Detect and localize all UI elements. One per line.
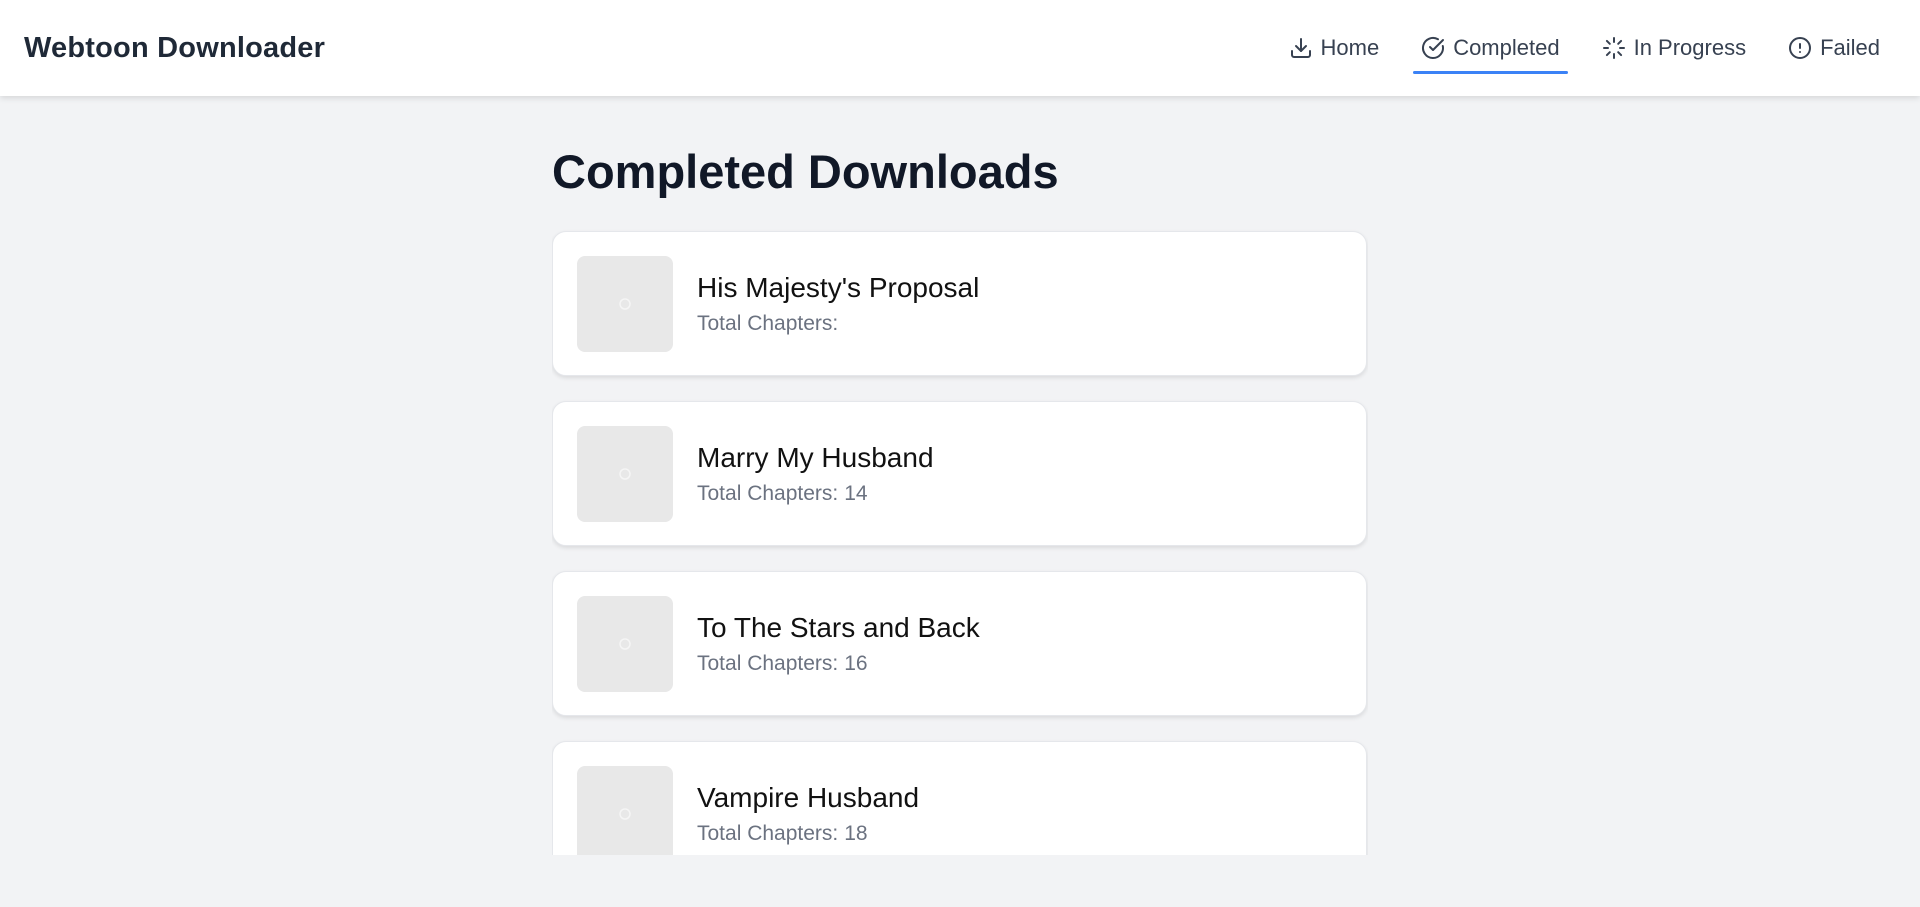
cover-thumbnail: [577, 255, 673, 352]
download-card[interactable]: Vampire Husband Total Chapters: 18: [552, 741, 1367, 855]
series-title: Vampire Husband: [697, 781, 920, 813]
chapter-count-label: Total Chapters:: [697, 482, 839, 506]
image-loading-icon: [619, 467, 631, 480]
chapter-count-label: Total Chapters:: [697, 822, 839, 846]
nav-home-label: Home: [1320, 35, 1380, 60]
app-title: Webtoon Downloader: [24, 31, 326, 64]
chapter-count-value: 18: [844, 822, 868, 846]
nav-home[interactable]: Home: [1269, 0, 1400, 96]
check-circle-icon: [1421, 36, 1445, 60]
cover-thumbnail: [577, 765, 673, 855]
top-navbar: Webtoon Downloader Home Completed In Pro…: [0, 0, 1920, 96]
chapter-count: Total Chapters: 14: [697, 482, 934, 506]
cover-thumbnail: [577, 425, 673, 522]
nav-failed-label: Failed: [1820, 35, 1880, 60]
nav-completed[interactable]: Completed: [1401, 0, 1579, 96]
chapter-count-label: Total Chapters:: [697, 652, 839, 676]
page-title: Completed Downloads: [552, 145, 1059, 198]
image-loading-icon: [619, 807, 631, 820]
nav-in-progress[interactable]: In Progress: [1582, 0, 1767, 96]
nav-completed-label: Completed: [1453, 35, 1560, 60]
series-title: His Majesty's Proposal: [697, 271, 980, 303]
download-card[interactable]: Marry My Husband Total Chapters: 14: [552, 401, 1367, 546]
chapter-count: Total Chapters: 16: [697, 652, 980, 676]
nav-in-progress-label: In Progress: [1633, 35, 1747, 60]
alert-circle-icon: [1788, 36, 1812, 60]
main-nav: Home Completed In Progress Failed: [1267, 0, 1897, 96]
image-loading-icon: [619, 297, 631, 310]
chapter-count: Total Chapters: 18: [697, 822, 919, 846]
chapter-count-value: 16: [844, 652, 868, 676]
loader-icon: [1602, 36, 1626, 60]
chapter-count-label: Total Chapters:: [697, 312, 839, 336]
series-title: Marry My Husband: [697, 441, 934, 473]
chapter-count-value: 14: [844, 482, 868, 506]
cover-thumbnail: [577, 595, 673, 692]
download-icon: [1289, 36, 1313, 60]
nav-failed[interactable]: Failed: [1768, 0, 1896, 96]
image-loading-icon: [619, 637, 631, 650]
download-card[interactable]: His Majesty's Proposal Total Chapters:: [552, 231, 1367, 376]
download-card[interactable]: To The Stars and Back Total Chapters: 16: [552, 571, 1367, 716]
chapter-count: Total Chapters:: [697, 312, 979, 336]
series-title: To The Stars and Back: [697, 611, 980, 643]
main-content: Completed Downloads His Majesty's Propos…: [552, 96, 1368, 855]
download-list[interactable]: His Majesty's Proposal Total Chapters: M…: [552, 231, 1368, 855]
